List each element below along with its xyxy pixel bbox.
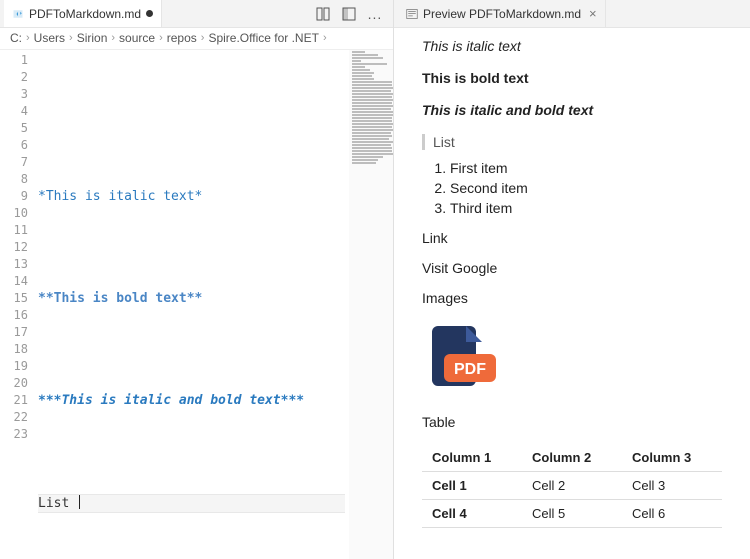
tab-actions: ...	[315, 6, 389, 22]
preview-tab-title: Preview PDFToMarkdown.md	[423, 7, 581, 21]
preview-table-label: Table	[422, 414, 722, 430]
preview-link-label: Link	[422, 230, 722, 246]
code-line[interactable]: ***This is italic and bold text***	[38, 392, 345, 409]
preview-table: Column 1 Column 2 Column 3 Cell 1 Cell 2…	[422, 444, 722, 528]
code-line[interactable]	[38, 239, 345, 256]
code-line[interactable]	[38, 341, 345, 358]
preview-images-label: Images	[422, 290, 722, 306]
breadcrumb: C:› Users› Sirion› source› repos› Spire.…	[0, 28, 393, 50]
preview-ordered-list: First item Second item Third item	[450, 160, 722, 216]
preview-link-text: Visit Google	[422, 260, 722, 276]
preview-content: This is italic text This is bold text Th…	[394, 28, 750, 538]
editor-tab-bar: PDFToMarkdown.md ...	[0, 0, 393, 28]
breadcrumb-item[interactable]: Sirion	[77, 31, 108, 45]
code-area[interactable]: *This is italic text* **This is bold tex…	[38, 50, 393, 559]
breadcrumb-item[interactable]: Spire.Office for .NET	[208, 31, 318, 45]
breadcrumb-item[interactable]: source	[119, 31, 155, 45]
modified-dot-icon	[146, 10, 153, 17]
table-header: Column 3	[622, 444, 722, 472]
run-layout-icon[interactable]	[341, 6, 357, 22]
table-header: Column 1	[422, 444, 522, 472]
breadcrumb-item[interactable]: C:	[10, 31, 22, 45]
preview-bold-italic-text: This is italic and bold text	[422, 102, 722, 118]
list-item: Second item	[450, 180, 722, 196]
breadcrumb-item[interactable]: Users	[34, 31, 65, 45]
text-cursor	[79, 495, 80, 509]
code-line[interactable]: **This is bold text**	[38, 290, 345, 307]
markdown-file-icon	[12, 8, 24, 20]
preview-list-label: List	[422, 134, 722, 150]
table-header: Column 2	[522, 444, 622, 472]
chevron-right-icon: ›	[159, 32, 163, 44]
chevron-right-icon: ›	[323, 32, 327, 44]
code-line[interactable]	[38, 443, 345, 460]
table-row: Cell 1 Cell 2 Cell 3	[422, 472, 722, 500]
tab-title: PDFToMarkdown.md	[29, 7, 141, 21]
line-gutter: 1234567891011121314151617181920212223	[0, 50, 38, 559]
editor-pane: PDFToMarkdown.md ... C:› Users› Sirion› …	[0, 0, 394, 559]
chevron-right-icon: ›	[69, 32, 73, 44]
close-icon[interactable]: ×	[589, 6, 597, 21]
preview-italic-text: This is italic text	[422, 38, 722, 54]
preview-pane: Preview PDFToMarkdown.md × This is itali…	[394, 0, 750, 559]
table-header-row: Column 1 Column 2 Column 3	[422, 444, 722, 472]
chevron-right-icon: ›	[111, 32, 115, 44]
split-editor-icon[interactable]	[315, 6, 331, 22]
preview-tab-bar: Preview PDFToMarkdown.md ×	[394, 0, 750, 28]
svg-text:PDF: PDF	[454, 361, 486, 378]
code-line[interactable]	[38, 86, 345, 103]
chevron-right-icon: ›	[26, 32, 30, 44]
more-actions-icon[interactable]: ...	[367, 6, 383, 22]
editor-body[interactable]: 1234567891011121314151617181920212223 *T…	[0, 50, 393, 559]
code-line[interactable]	[38, 547, 345, 559]
tab-pdftomarkdown[interactable]: PDFToMarkdown.md	[4, 0, 162, 27]
preview-image: PDF	[422, 320, 502, 400]
preview-icon	[406, 8, 418, 20]
list-item: First item	[450, 160, 722, 176]
breadcrumb-item[interactable]: repos	[167, 31, 197, 45]
tab-preview[interactable]: Preview PDFToMarkdown.md ×	[398, 0, 606, 27]
minimap[interactable]	[349, 50, 393, 559]
code-line[interactable]	[38, 137, 345, 154]
list-item: Third item	[450, 200, 722, 216]
preview-bold-text: This is bold text	[422, 70, 722, 86]
chevron-right-icon: ›	[201, 32, 205, 44]
code-line[interactable]: *This is italic text*	[38, 188, 345, 205]
table-row: Cell 4 Cell 5 Cell 6	[422, 500, 722, 528]
code-line-active[interactable]: List	[38, 494, 345, 513]
